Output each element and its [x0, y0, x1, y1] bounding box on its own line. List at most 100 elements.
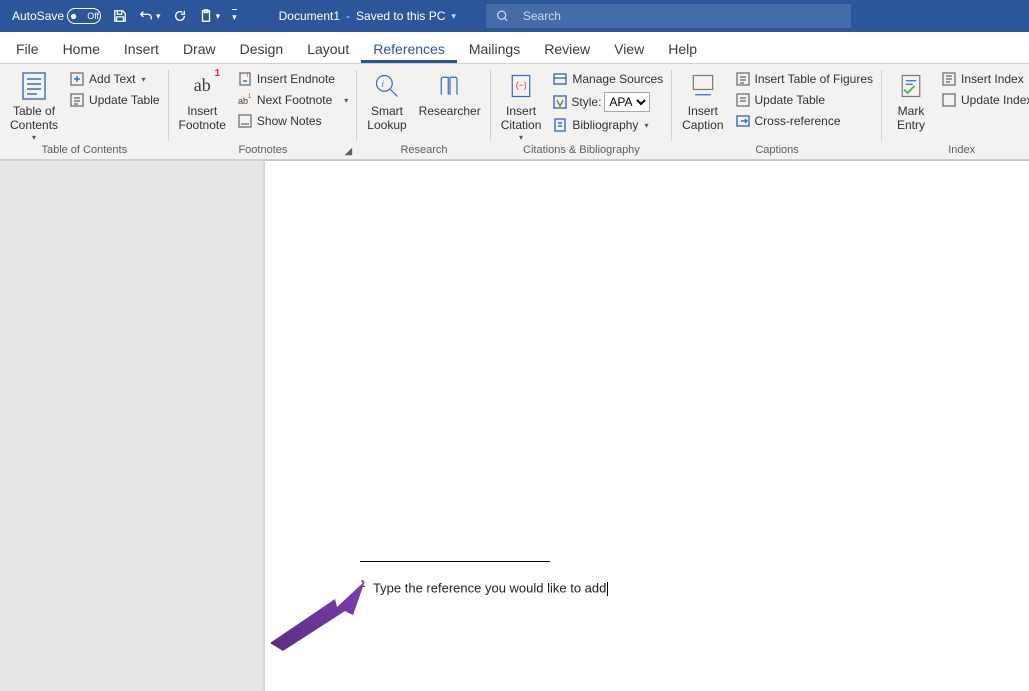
update-index-button[interactable]: Update Index	[938, 91, 1029, 109]
insert-footnote-button[interactable]: ab 1 Insert Footnote	[175, 68, 230, 135]
customize-qat-button[interactable]: ▾	[228, 7, 241, 25]
ribbon-tabs: File Home Insert Draw Design Layout Refe…	[0, 32, 1029, 64]
tab-draw[interactable]: Draw	[171, 35, 228, 63]
label: Manage Sources	[572, 72, 663, 86]
update-index-icon	[941, 92, 957, 108]
tab-help[interactable]: Help	[656, 35, 709, 63]
next-footnote-button[interactable]: ab1 Next Footnote ▾	[234, 91, 351, 109]
svg-text:1: 1	[248, 94, 252, 100]
tab-file[interactable]: File	[4, 35, 51, 63]
separator: -	[346, 9, 350, 23]
quick-access-toolbar: AutoSave Off ▾ ▾ ▾	[0, 6, 249, 26]
autosave-state: Off	[87, 11, 99, 21]
document-page[interactable]: 1 Type the reference you would like to a…	[265, 161, 1029, 691]
group-citations: (−) Insert Citation ▾ Manage Sources Sty…	[491, 64, 672, 159]
bibliography-button[interactable]: Bibliography ▾	[549, 116, 666, 134]
label: Bibliography	[572, 118, 638, 132]
label: Researcher	[419, 104, 481, 118]
footnote-entry[interactable]: 1 Type the reference you would like to a…	[360, 579, 608, 596]
tab-references[interactable]: References	[361, 35, 457, 63]
label: Cross-reference	[755, 114, 841, 128]
label: Insert Citation	[501, 104, 542, 133]
insert-table-of-figures-button[interactable]: Insert Table of Figures	[732, 70, 877, 88]
insert-caption-button[interactable]: Insert Caption	[678, 68, 727, 135]
dialog-launcher[interactable]: ◢	[342, 145, 354, 157]
label: Insert Endnote	[257, 72, 335, 86]
cross-reference-button[interactable]: Cross-reference	[732, 112, 877, 130]
autosave-label: AutoSave	[12, 9, 64, 23]
insert-footnote-icon: ab 1	[186, 70, 218, 102]
svg-text:i: i	[382, 79, 385, 89]
chevron-down-icon: ▾	[344, 96, 348, 105]
search-box[interactable]	[486, 4, 851, 28]
insert-index-button[interactable]: Insert Index	[938, 70, 1029, 88]
style-selector[interactable]: Style: APA	[549, 91, 666, 113]
label: Show Notes	[257, 114, 322, 128]
tab-design[interactable]: Design	[228, 35, 296, 63]
smart-lookup-button[interactable]: i Smart Lookup	[363, 68, 410, 135]
autosave-toggle[interactable]: Off	[67, 8, 101, 24]
researcher-icon	[434, 70, 466, 102]
style-label: Style:	[571, 95, 601, 109]
label: Update Table	[755, 93, 826, 107]
group-index: Mark Entry Insert Index Update Index Ind…	[882, 64, 1029, 159]
label: Next Footnote	[257, 93, 332, 107]
label: Mark Entry	[897, 104, 925, 133]
left-gutter	[0, 161, 265, 691]
repeat-icon	[173, 9, 187, 23]
group-label: Research	[363, 144, 484, 158]
bibliography-icon	[552, 117, 568, 133]
label: Add Text	[89, 72, 135, 86]
tab-insert[interactable]: Insert	[112, 35, 171, 63]
next-footnote-icon: ab1	[237, 92, 253, 108]
group-label: Footnotes	[175, 144, 352, 158]
tab-review[interactable]: Review	[532, 35, 602, 63]
show-notes-button[interactable]: Show Notes	[234, 112, 351, 130]
text-cursor	[607, 582, 608, 596]
label: Update Table	[89, 93, 160, 107]
group-label: Index	[888, 144, 1029, 158]
table-of-contents-button[interactable]: Table of Contents ▾	[6, 68, 62, 144]
search-input[interactable]	[523, 9, 841, 23]
label: Table of Contents	[10, 104, 58, 133]
svg-text:(−): (−)	[516, 80, 527, 90]
insert-index-icon	[941, 71, 957, 87]
chevron-down-icon: ▾	[644, 121, 648, 130]
footnote-separator	[360, 561, 550, 562]
update-table-captions-button[interactable]: Update Table	[732, 91, 877, 109]
chevron-down-icon: ▾	[156, 11, 161, 22]
chevron-down-icon: ▾	[451, 11, 456, 22]
update-table-button[interactable]: Update Table	[66, 91, 163, 109]
tab-home[interactable]: Home	[51, 35, 112, 63]
tab-layout[interactable]: Layout	[295, 35, 361, 63]
tab-view[interactable]: View	[602, 35, 656, 63]
update-table-icon	[69, 92, 85, 108]
smart-lookup-icon: i	[371, 70, 403, 102]
autosave-control[interactable]: AutoSave Off	[8, 6, 105, 26]
table-of-contents-icon	[18, 70, 50, 102]
chevron-down-icon: ▾	[32, 133, 36, 143]
paste-button[interactable]: ▾	[195, 7, 225, 25]
add-text-button[interactable]: Add Text ▾	[66, 70, 163, 88]
insert-citation-icon: (−)	[505, 70, 537, 102]
svg-text:ab: ab	[238, 96, 248, 106]
tab-mailings[interactable]: Mailings	[457, 35, 532, 63]
mark-entry-button[interactable]: Mark Entry	[888, 68, 934, 135]
label: Smart Lookup	[367, 104, 406, 133]
label: Insert Footnote	[179, 104, 226, 133]
chevron-down-icon: ▾	[519, 133, 523, 143]
repeat-button[interactable]	[169, 7, 191, 25]
researcher-button[interactable]: Researcher	[415, 68, 485, 120]
svg-text:i: i	[247, 73, 248, 79]
undo-button[interactable]: ▾	[135, 7, 165, 25]
insert-endnote-button[interactable]: i Insert Endnote	[234, 70, 351, 88]
save-button[interactable]	[109, 7, 131, 25]
document-title[interactable]: Document1 - Saved to this PC ▾	[279, 9, 456, 23]
show-notes-icon	[237, 113, 253, 129]
mark-entry-icon	[895, 70, 927, 102]
save-icon	[113, 9, 127, 23]
manage-sources-button[interactable]: Manage Sources	[549, 70, 666, 88]
insert-citation-button[interactable]: (−) Insert Citation ▾	[497, 68, 546, 144]
style-dropdown[interactable]: APA	[604, 92, 650, 112]
label: Insert Table of Figures	[755, 72, 874, 86]
